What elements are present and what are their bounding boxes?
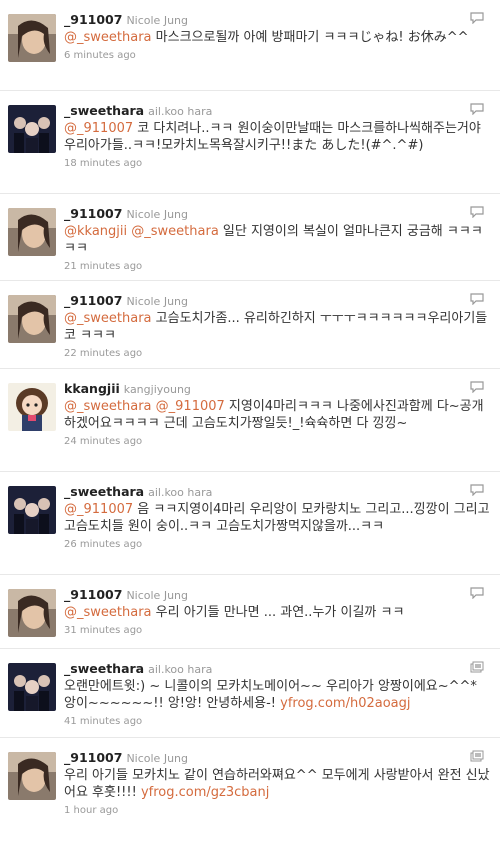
image-icon[interactable] xyxy=(470,750,484,762)
tweet-item: _911007 Nicole Jung @_sweethara 우리 아기들 만나… xyxy=(0,575,500,649)
reply-icon[interactable] xyxy=(470,12,484,24)
timestamp[interactable]: 6 minutes ago xyxy=(64,50,490,61)
full-name: ail.koo hara xyxy=(148,663,213,676)
tweet-text: @_sweethara 우리 아기들 만나면 ... 과연..누가 이길까 ㅋㅋ xyxy=(64,604,490,621)
reply-icon[interactable] xyxy=(470,381,484,393)
reply-icon[interactable] xyxy=(470,103,484,115)
full-name: Nicole Jung xyxy=(126,589,188,602)
timestamp[interactable]: 1 hour ago xyxy=(64,805,490,816)
tweet-item: _sweethara ail.koo hara @_911007 코 다치려나..… xyxy=(0,91,500,194)
timestamp[interactable]: 26 minutes ago xyxy=(64,539,490,550)
mention-link[interactable]: @_sweethara xyxy=(64,30,152,45)
tweet-text: @_911007 음 ㅋㅋ지영이4마리 우리앙이 모카랑치노 그리고...낑깡이… xyxy=(64,501,490,535)
timestamp[interactable]: 41 minutes ago xyxy=(64,716,490,727)
screen-name[interactable]: _911007 xyxy=(64,587,122,602)
group-avatar-icon[interactable] xyxy=(8,663,56,711)
yfrog-link[interactable]: yfrog.com/h02aoagj xyxy=(280,696,410,711)
screen-name[interactable]: _sweethara xyxy=(64,661,144,676)
yfrog-link[interactable]: yfrog.com/gz3cbanj xyxy=(141,785,269,800)
full-name: Nicole Jung xyxy=(126,752,188,765)
tweet-body: 마스크으로될까 아예 방패마기 ㅋㅋㅋじゃね! お休み^^ xyxy=(151,30,469,45)
mention-link[interactable]: @_sweethara xyxy=(64,605,152,620)
tweet-text: 오랜만에트윗:) ~ 니콜이의 모카치노메이어~~ 우리아가 앙짱이에요~^^*… xyxy=(64,678,490,712)
tweet-text: @_911007 코 다치려나..ㅋㅋ 원이숭이만날때는 마스크를하나씩해주는거… xyxy=(64,120,490,154)
tweet-body: 오랜만에트윗:) ~ 니콜이의 모카치노메이어~~ 우리아가 앙짱이에요~^^*… xyxy=(64,679,477,711)
full-name: Nicole Jung xyxy=(126,295,188,308)
tweet-body: 우리 아기들 만나면 ... 과연..누가 이길까 ㅋㅋ xyxy=(151,605,405,620)
screen-name[interactable]: _sweethara xyxy=(64,484,144,499)
tweet-text: @_sweethara @_911007 지영이4마리ㅋㅋㅋ 나중에사진과함께 … xyxy=(64,398,490,432)
mention-link[interactable]: @_911007 xyxy=(156,399,225,414)
mention-link[interactable]: @_911007 xyxy=(64,121,133,136)
full-name: Nicole Jung xyxy=(126,14,188,27)
timestamp[interactable]: 24 minutes ago xyxy=(64,436,490,447)
nicole-avatar-icon[interactable] xyxy=(8,295,56,343)
kangji-avatar-icon[interactable] xyxy=(8,383,56,431)
reply-icon[interactable] xyxy=(470,587,484,599)
nicole-avatar-icon[interactable] xyxy=(8,208,56,256)
group-avatar-icon[interactable] xyxy=(8,486,56,534)
full-name: kangjiyoung xyxy=(123,383,191,396)
tweet-body: 우리 아기들 모카치노 같이 연습하러와쪄요^^ 모두에게 사랑받아서 완전 신… xyxy=(64,768,490,800)
timestamp[interactable]: 22 minutes ago xyxy=(64,348,490,359)
mention-link[interactable]: @_911007 xyxy=(64,502,133,517)
screen-name[interactable]: _sweethara xyxy=(64,103,144,118)
tweet-item: _911007 Nicole Jung @kkangjii @_sweethara… xyxy=(0,194,500,281)
reply-icon[interactable] xyxy=(470,206,484,218)
timestamp[interactable]: 18 minutes ago xyxy=(64,158,490,169)
mention-link[interactable]: @_sweethara xyxy=(131,224,219,239)
mention-link[interactable]: @kkangjii xyxy=(64,224,127,239)
tweet-text: @_sweethara 고슴도치가좀... 유리하긴하지 ㅜㅜㅜㅋㅋㅋㅋㅋㅋ우리… xyxy=(64,310,490,344)
group-avatar-icon[interactable] xyxy=(8,105,56,153)
timestamp[interactable]: 31 minutes ago xyxy=(64,625,490,636)
full-name: ail.koo hara xyxy=(148,486,213,499)
full-name: Nicole Jung xyxy=(126,208,188,221)
full-name: ail.koo hara xyxy=(148,105,213,118)
tweet-text: @_sweethara 마스크으로될까 아예 방패마기 ㅋㅋㅋじゃね! お休み^… xyxy=(64,29,490,46)
nicole-avatar-icon[interactable] xyxy=(8,752,56,800)
tweet-feed: _911007 Nicole Jung @_sweethara 마스크으로될까 아… xyxy=(0,0,500,846)
tweet-item: _sweethara ail.koo hara 오랜만에트윗:) ~ 니콜이의 모… xyxy=(0,649,500,738)
tweet-item: _911007 Nicole Jung @_sweethara 고슴도치가좀...… xyxy=(0,281,500,369)
tweet-item: _911007 Nicole Jung 우리 아기들 모카치노 같이 연습하러와쪄… xyxy=(0,738,500,846)
nicole-avatar-icon[interactable] xyxy=(8,589,56,637)
reply-icon[interactable] xyxy=(470,484,484,496)
mention-link[interactable]: @_sweethara xyxy=(64,311,152,326)
screen-name[interactable]: _911007 xyxy=(64,206,122,221)
tweet-item: _sweethara ail.koo hara @_911007 음 ㅋㅋ지영이4… xyxy=(0,472,500,575)
tweet-text: @kkangjii @_sweethara 일단 지영이의 복실이 얼마나큰지 … xyxy=(64,223,490,257)
mention-link[interactable]: @_sweethara xyxy=(64,399,152,414)
image-icon[interactable] xyxy=(470,661,484,673)
screen-name[interactable]: _911007 xyxy=(64,293,122,308)
screen-name[interactable]: _911007 xyxy=(64,750,122,765)
nicole-avatar-icon[interactable] xyxy=(8,14,56,62)
reply-icon[interactable] xyxy=(470,293,484,305)
tweet-body: 일단 지영이의 복실이 얼마나큰지 궁금해 ㅋㅋㅋㅋㅋ xyxy=(64,224,483,256)
tweet-item: kkangjii kangjiyoung @_sweethara @_911007… xyxy=(0,369,500,472)
tweet-item: _911007 Nicole Jung @_sweethara 마스크으로될까 아… xyxy=(0,0,500,91)
screen-name[interactable]: kkangjii xyxy=(64,381,120,396)
screen-name[interactable]: _911007 xyxy=(64,12,122,27)
tweet-text: 우리 아기들 모카치노 같이 연습하러와쪄요^^ 모두에게 사랑받아서 완전 신… xyxy=(64,767,490,801)
timestamp[interactable]: 21 minutes ago xyxy=(64,261,490,272)
